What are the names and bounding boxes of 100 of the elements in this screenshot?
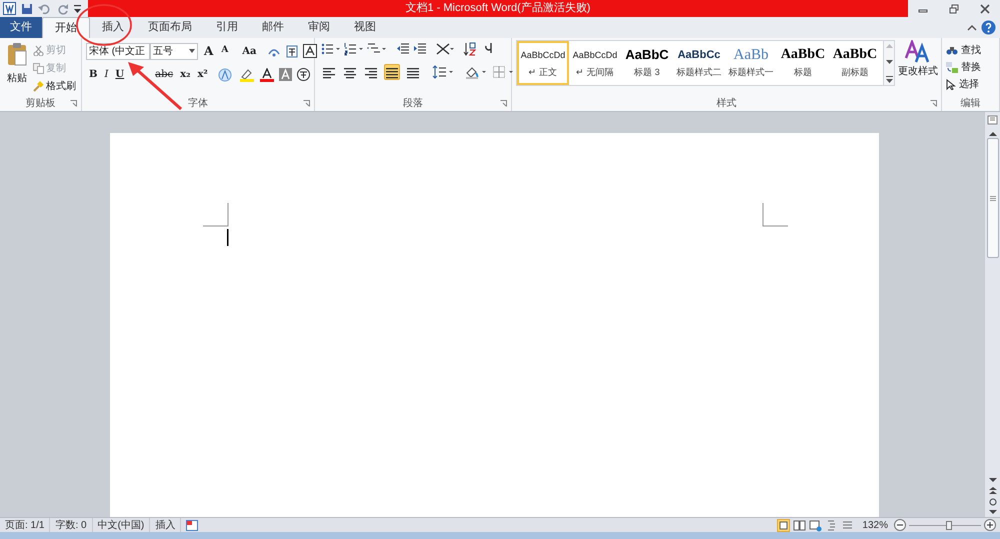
browse-object-icon[interactable] (988, 498, 996, 506)
save-icon[interactable] (21, 2, 33, 14)
scrollbar-thumb[interactable] (986, 138, 998, 258)
group-label: 字体 (188, 96, 208, 111)
style-tile[interactable]: AaBbCcDd ↵ 无间隔 (569, 41, 621, 85)
dialog-launcher-icon[interactable] (303, 100, 310, 107)
ribbon-tab[interactable]: 插入 (90, 17, 136, 38)
zoom-level[interactable]: 132% (862, 518, 888, 532)
format-button[interactable]: U (114, 67, 126, 82)
margin-corner-icon[interactable] (762, 203, 788, 227)
draft-view-icon[interactable] (841, 518, 854, 532)
close-icon[interactable] (980, 4, 990, 14)
group-label: 段落 (403, 96, 423, 111)
redo-icon[interactable] (57, 2, 69, 14)
zoom-slider-thumb[interactable] (946, 520, 952, 530)
undo-icon[interactable] (38, 2, 52, 14)
print-layout-icon[interactable] (777, 518, 790, 532)
scroll-up-icon[interactable] (988, 131, 996, 136)
styles-letters-icon[interactable] (905, 40, 931, 64)
paste-button[interactable]: 粘贴 (4, 42, 30, 96)
restore-icon[interactable] (948, 4, 959, 14)
enclosed-character-icon[interactable] (296, 68, 310, 81)
change-styles-button[interactable]: 更改样式 (899, 40, 937, 96)
web-layout-icon[interactable] (809, 518, 822, 532)
file-tab[interactable]: 文件 (0, 17, 42, 38)
help-icon[interactable] (981, 20, 996, 35)
annotation-circle[interactable] (76, 3, 132, 47)
dialog-launcher-icon[interactable] (930, 100, 937, 107)
scroll-down-icon[interactable] (886, 60, 893, 64)
ribbon-tab[interactable]: 开始 (42, 17, 90, 38)
previous-page-icon[interactable] (988, 487, 996, 494)
text-effects-icon[interactable] (218, 68, 234, 82)
style-tile[interactable]: AaBbC 标题 3 (621, 41, 673, 85)
window-title: 文档1 - Microsoft Word(产品激活失败) (406, 0, 590, 16)
dropdown-caret-icon[interactable] (189, 49, 195, 53)
editing-command[interactable]: 查找 (946, 42, 981, 58)
next-page-icon[interactable] (988, 510, 996, 515)
status-item[interactable]: 插入 (155, 518, 176, 532)
text-cursor-icon[interactable] (227, 229, 229, 246)
style-tile[interactable]: AaBbC 副标题 (829, 41, 881, 85)
group-label: 样式 (716, 96, 736, 111)
sort-icon[interactable] (463, 42, 477, 56)
shading-icon[interactable] (465, 65, 487, 79)
bullet-list-icon[interactable] (321, 42, 341, 56)
word-app-icon[interactable] (3, 2, 16, 15)
format-button[interactable]: abc (154, 67, 174, 82)
font-name-field[interactable]: 宋体 (中文正 (86, 42, 150, 60)
collapse-ribbon-icon[interactable] (967, 24, 977, 32)
font-color-icon[interactable] (260, 68, 274, 82)
zoom-out-icon[interactable] (894, 519, 906, 531)
group-label: 剪贴板 (26, 96, 56, 111)
decrease-indent-icon[interactable] (396, 42, 410, 56)
scroll-down-icon[interactable] (988, 478, 996, 483)
font-command-button[interactable]: A (202, 42, 216, 60)
pointer-icon[interactable] (946, 78, 956, 90)
dialog-launcher-icon[interactable] (70, 100, 77, 107)
reading-view-icon[interactable] (793, 518, 806, 532)
align-justify-button[interactable] (384, 64, 400, 80)
increase-indent-icon[interactable] (413, 42, 427, 56)
font-command-button[interactable]: Aa (240, 44, 259, 58)
editing-command[interactable]: 替换 (946, 59, 981, 75)
format-button[interactable]: x₂ (179, 67, 192, 82)
font-command-button[interactable]: A (219, 44, 230, 58)
ribbon-tab[interactable]: 审阅 (296, 17, 342, 38)
status-item[interactable]: 字数: 0 (55, 518, 87, 532)
asian-layout-icon[interactable] (436, 42, 454, 56)
clipboard-command[interactable]: 格式刷 (33, 78, 76, 94)
more-styles-icon[interactable] (886, 76, 893, 83)
borders-icon[interactable] (492, 65, 514, 79)
dialog-launcher-icon[interactable] (500, 100, 507, 107)
binoculars-icon[interactable] (946, 44, 958, 56)
character-icon[interactable] (284, 44, 299, 58)
editing-command[interactable]: 选择 (946, 76, 981, 92)
style-tile[interactable]: AaBbC 标题 (777, 41, 829, 85)
zoom-in-icon[interactable] (984, 519, 996, 531)
numbered-list-icon[interactable] (344, 42, 364, 56)
ribbon-tab[interactable]: 邮件 (250, 17, 296, 38)
group-label: 编辑 (960, 96, 980, 111)
character-border-icon[interactable] (302, 44, 317, 58)
style-tile[interactable]: AaBbCc 标题样式二 (673, 41, 725, 85)
ribbon-tab[interactable]: 页面布局 (136, 17, 204, 38)
style-tile[interactable]: AaBbCcDd ↵ 正文 (517, 41, 569, 85)
ruler-toggle-icon[interactable] (987, 114, 998, 125)
character-shading-icon[interactable] (278, 68, 292, 81)
ribbon-tab[interactable]: 视图 (342, 17, 388, 38)
highlighter-icon[interactable] (238, 68, 255, 82)
status-item[interactable]: 中文(中国) (98, 518, 144, 532)
replace-icon[interactable] (946, 62, 958, 72)
ribbon-tab[interactable]: 引用 (204, 17, 250, 38)
line-spacing-icon[interactable] (432, 65, 454, 79)
font-size-field[interactable]: 五号 (150, 42, 198, 60)
format-button[interactable]: x² (196, 67, 209, 82)
format-button[interactable]: I (103, 67, 110, 82)
macro-record-icon[interactable] (186, 520, 198, 530)
customize-caret-icon[interactable] (74, 4, 81, 14)
style-tile[interactable]: AaBb 标题样式一 (725, 41, 777, 85)
clipboard-icon[interactable] (7, 42, 27, 66)
status-item[interactable]: 页面: 1/1 (5, 518, 44, 532)
format-button[interactable]: B (88, 67, 98, 82)
grip-icon[interactable] (990, 196, 996, 200)
